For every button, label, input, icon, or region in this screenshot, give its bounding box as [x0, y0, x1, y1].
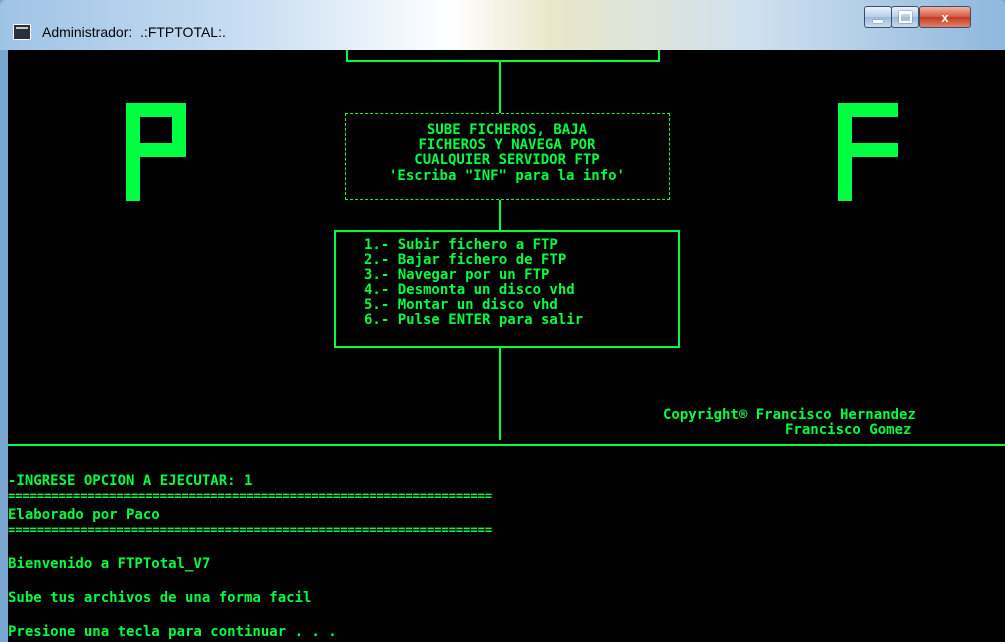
connector-line-2	[499, 200, 501, 230]
top-box-bottom-edge	[346, 60, 660, 62]
minimize-icon	[873, 19, 883, 23]
console-app-icon[interactable]	[13, 24, 31, 40]
menu-item-3: 3.- Navegar por un FTP	[364, 267, 550, 283]
big-letter-p	[126, 103, 186, 201]
menu-item-4: 4.- Desmonta un disco vhd	[364, 282, 575, 298]
connector-line-1	[499, 62, 501, 113]
info-line-1: SUBE FICHEROS, BAJA	[426, 122, 588, 138]
maximize-icon	[898, 11, 912, 23]
info-line-4: 'Escriba "INF" para la info'	[388, 168, 625, 184]
big-letter-f	[838, 103, 898, 201]
menu-item-2: 2.- Bajar fichero de FTP	[364, 252, 567, 268]
tagline-text: Sube tus archivos de una forma facil	[8, 590, 312, 606]
copyright-line-1: Copyright® Francisco Hernandez	[663, 407, 916, 423]
top-box-left-edge	[346, 50, 348, 62]
horizontal-divider	[8, 444, 1005, 446]
title-bar[interactable]: Administrador: .:FTPTOTAL:. x	[0, 0, 1005, 50]
maximize-button[interactable]	[891, 6, 919, 28]
minimize-button[interactable]	[864, 6, 892, 28]
close-button[interactable]: x	[919, 6, 971, 28]
console-window: Administrador: .:FTPTOTAL:. x P	[0, 0, 1005, 642]
menu-item-5: 5.- Montar un disco vhd	[364, 297, 558, 313]
continue-prompt: Presione una tecla para continuar . . .	[8, 624, 337, 640]
author-text: Elaborado por Paco	[8, 507, 160, 523]
window-title: Administrador: .:FTPTOTAL:.	[42, 24, 226, 40]
separator-line-1: ========================================…	[8, 489, 493, 503]
option-prompt: -INGRESE OPCION A EJECUTAR: 1	[8, 473, 253, 489]
copyright-line-2: Francisco Gomez	[785, 422, 912, 438]
menu-item-6: 6.- Pulse ENTER para salir	[364, 312, 584, 328]
info-line-2: FICHEROS Y NAVEGA POR	[418, 137, 596, 153]
welcome-text: Bienvenido a FTPTotal_V7	[8, 556, 211, 572]
connector-line-3	[499, 348, 501, 440]
menu-item-1: 1.- Subir fichero a FTP	[364, 237, 558, 253]
close-icon: x	[941, 9, 949, 25]
info-line-3: CUALQUIER SERVIDOR FTP	[414, 152, 600, 168]
top-box-right-edge	[658, 50, 660, 62]
separator-line-2: ========================================…	[8, 523, 493, 537]
console-output-area[interactable]: P F SUBE FICHEROS, BAJA FICHEROS Y NAVEG…	[8, 50, 1005, 642]
